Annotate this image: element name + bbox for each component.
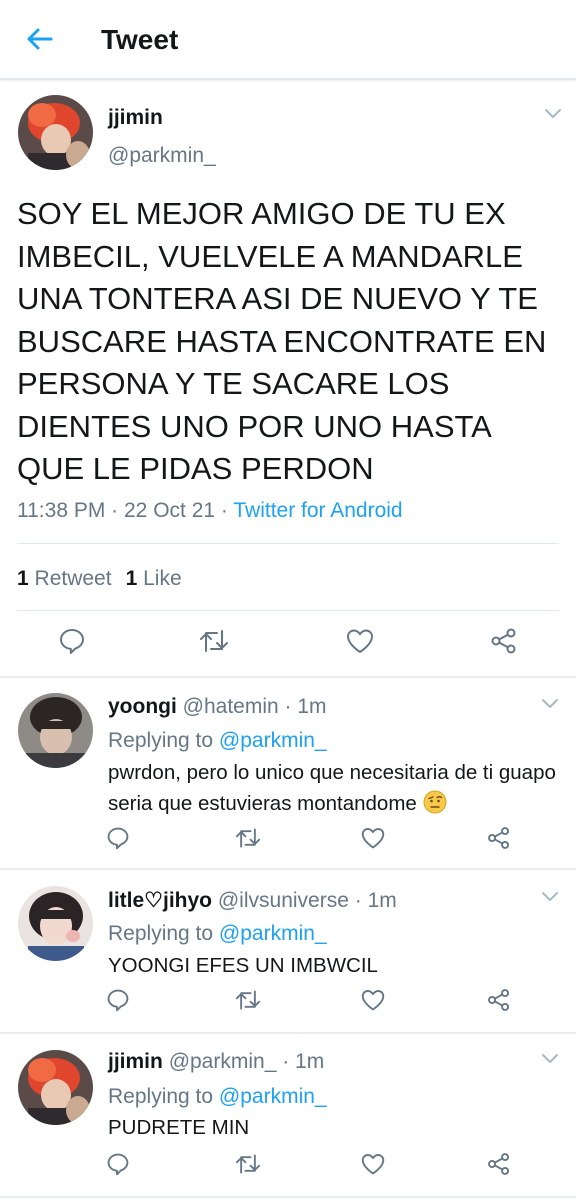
reply-icon [106,988,130,1017]
reply-button[interactable] [54,625,90,661]
tweet-time: 11:38 PM [17,499,106,522]
avatar[interactable] [18,95,93,170]
face-with-raised-eyebrow-emoji [423,790,447,823]
divider [17,610,559,611]
divider [0,676,576,678]
retweet-button[interactable] [196,625,232,661]
chevron-down-icon [544,107,562,125]
chevron-down-icon [541,890,559,908]
share-button[interactable] [486,625,522,661]
like-button[interactable] [357,824,389,856]
tweet-text: SOY EL MEJOR AMIGO DE TU EX IMBECIL, VUE… [17,196,547,486]
reply-menu-button[interactable] [538,694,562,718]
avatar[interactable] [18,693,93,768]
reply-time: 1m [295,1050,325,1073]
top-app-bar: Tweet [0,0,576,80]
reply-icon [106,826,130,855]
divider [0,1032,576,1034]
reply-author-line: litle♡jihyo @ilvsuniverse · 1m [108,889,397,912]
reply-button[interactable] [102,1150,134,1182]
share-icon [486,1151,512,1182]
reply-icon [106,1152,130,1181]
share-icon [486,825,512,856]
replying-to: Replying to @parkmin_ [108,922,327,945]
like-button[interactable] [357,1150,389,1182]
retweet-icon [199,627,229,660]
like-icon [360,826,386,855]
tweet-date: 22 Oct 21 [124,499,216,522]
avatar[interactable] [18,886,93,961]
share-button[interactable] [483,986,515,1018]
replying-to: Replying to @parkmin_ [108,729,327,752]
share-icon [489,626,519,661]
like-button[interactable] [357,986,389,1018]
divider [17,543,559,544]
tweet-author-name[interactable]: jjimin [108,106,163,130]
reply-author-name[interactable]: jjimin [108,1050,163,1073]
retweet-button[interactable] [232,824,264,856]
retweets-stat[interactable]: 1 Retweet [17,567,112,590]
reply-author-name[interactable]: litle♡jihyo [108,889,212,912]
reply-icon [58,627,86,660]
replying-to-mention[interactable]: @parkmin_ [219,1085,327,1108]
share-button[interactable] [483,1150,515,1182]
reply-menu-button[interactable] [538,887,562,911]
reply-author-handle[interactable]: @ilvsuniverse [218,889,349,912]
reply-author-line: jjimin @parkmin_ · 1m [108,1050,325,1073]
chevron-down-icon [541,697,559,715]
share-button[interactable] [483,824,515,856]
tweet-author-handle[interactable]: @parkmin_ [108,144,216,168]
retweet-button[interactable] [232,986,264,1018]
reply-button[interactable] [102,824,134,856]
reply-menu-button[interactable] [538,1049,562,1073]
avatar[interactable] [18,1050,93,1125]
reply-author-line: yoongi @hatemin · 1m [108,695,327,718]
retweet-icon [235,1152,261,1181]
reply-text: YOONGI EFES UN IMBWCIL [108,954,378,977]
retweet-icon [235,988,261,1017]
retweet-icon [235,826,261,855]
share-icon [486,987,512,1018]
reply-text: PUDRETE MIN [108,1116,250,1139]
tweet-metadata: 11:38 PM · 22 Oct 21 · Twitter for Andro… [17,499,403,522]
tweet-stats: 1 Retweet 1 Like [17,567,182,591]
replying-to-mention[interactable]: @parkmin_ [219,922,327,945]
reply-author-handle[interactable]: @hatemin [183,695,279,718]
like-icon [345,627,375,660]
reply-author-name[interactable]: yoongi [108,695,177,718]
tweet-menu-button[interactable] [541,104,565,128]
arrow-left-icon [24,24,54,59]
back-button[interactable] [22,24,56,58]
replying-to-mention[interactable]: @parkmin_ [219,729,327,752]
page-title: Tweet [101,24,179,55]
divider [0,1196,576,1198]
chevron-down-icon [541,1052,559,1070]
reply-text: pwrdon, pero lo unico que necesitaria de… [108,757,568,823]
reply-time: 1m [367,889,397,912]
retweet-button[interactable] [232,1150,264,1182]
divider [0,868,576,870]
like-icon [360,988,386,1017]
reply-time: 1m [297,695,327,718]
like-icon [360,1152,386,1181]
reply-button[interactable] [102,986,134,1018]
tweet-source-link[interactable]: Twitter for Android [233,499,402,522]
like-button[interactable] [342,625,378,661]
likes-stat[interactable]: 1 Like [126,567,182,590]
reply-author-handle[interactable]: @parkmin_ [169,1050,277,1073]
replying-to: Replying to @parkmin_ [108,1085,327,1108]
